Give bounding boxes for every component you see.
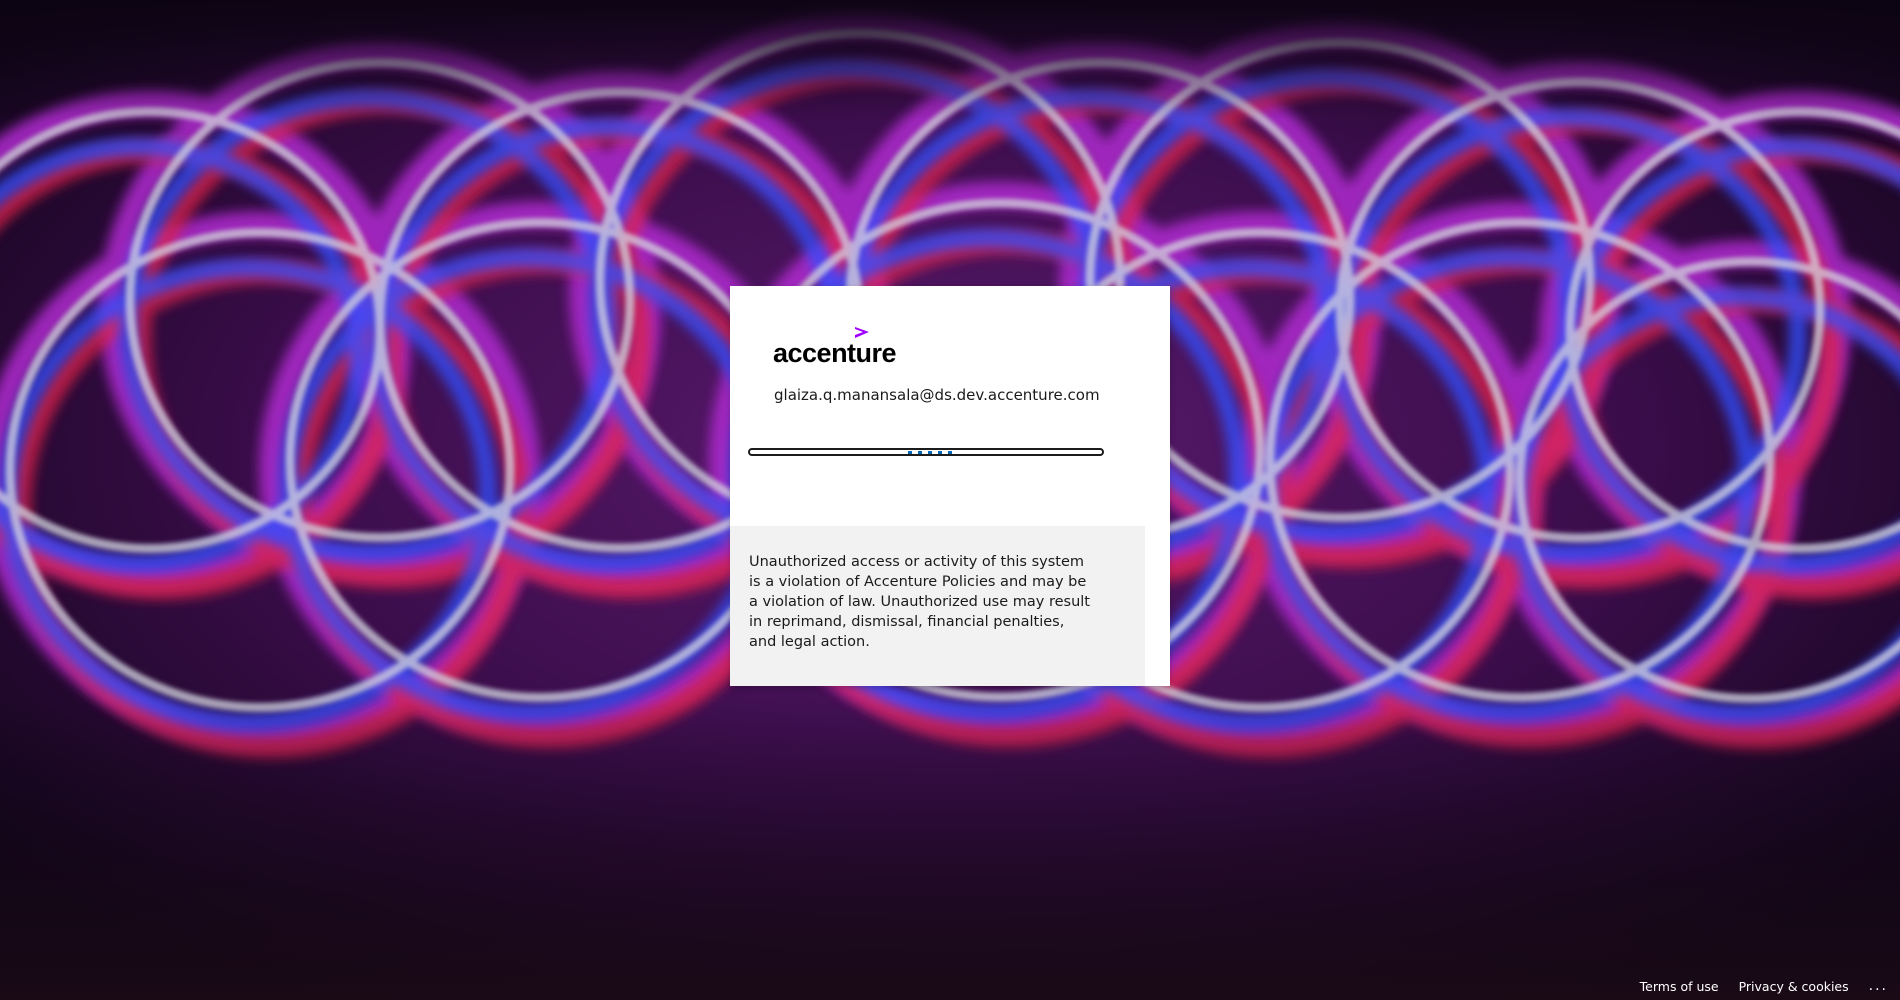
legal-notice-box: Unauthorized access or activity of this … bbox=[730, 526, 1145, 686]
footer: Terms of use Privacy & cookies ... bbox=[1640, 972, 1900, 1000]
terms-of-use-link[interactable]: Terms of use bbox=[1640, 979, 1719, 994]
privacy-cookies-link[interactable]: Privacy & cookies bbox=[1739, 979, 1849, 994]
progress-dot bbox=[948, 451, 952, 454]
sign-in-page: accenture glaiza.q.manansala@ds.dev.acce… bbox=[0, 0, 1900, 1000]
sign-in-card: accenture glaiza.q.manansala@ds.dev.acce… bbox=[730, 286, 1170, 686]
logo-text: accenture bbox=[773, 338, 897, 368]
loading-progress-bar bbox=[748, 448, 1104, 456]
progress-dot bbox=[908, 451, 912, 454]
progress-dot bbox=[938, 451, 942, 454]
accenture-logo: accenture bbox=[773, 326, 923, 370]
more-options-icon[interactable]: ... bbox=[1869, 978, 1888, 994]
progress-dot bbox=[928, 451, 932, 454]
progress-dot bbox=[918, 451, 922, 454]
account-email: glaiza.q.manansala@ds.dev.accenture.com bbox=[774, 386, 1100, 404]
legal-notice-text: Unauthorized access or activity of this … bbox=[749, 554, 1090, 650]
